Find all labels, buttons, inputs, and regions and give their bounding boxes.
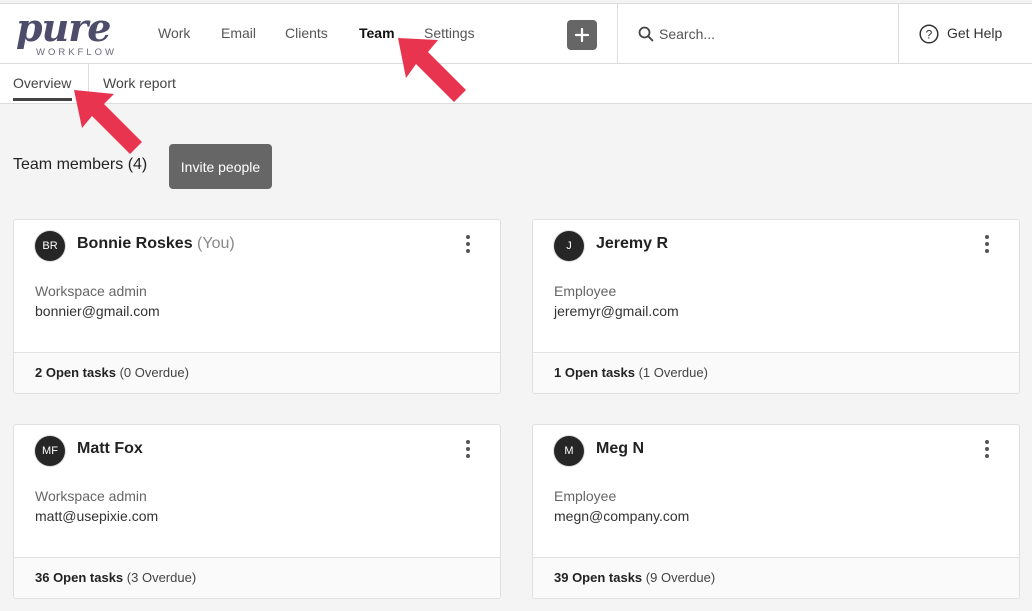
member-name: Matt Fox (77, 440, 143, 457)
overdue-count: (3 Overdue) (126, 570, 197, 585)
task-summary: 1 Open tasks (1 Overdue) (554, 365, 708, 380)
avatar: BR (35, 231, 65, 261)
task-summary: 2 Open tasks (0 Overdue) (35, 365, 189, 380)
question-circle-icon: ? (919, 24, 939, 44)
member-card: M Meg N Employee megn@company.com 39 Ope… (532, 424, 1020, 599)
search-input[interactable] (659, 23, 879, 45)
more-options-icon[interactable] (460, 440, 476, 462)
member-role: Workspace admin (35, 283, 147, 299)
get-help-button[interactable]: ? Get Help (899, 4, 1032, 64)
card-footer: 2 Open tasks (0 Overdue) (14, 352, 500, 393)
overdue-count: (1 Overdue) (638, 365, 708, 380)
overdue-count: (9 Overdue) (645, 570, 716, 585)
you-label: (You) (197, 235, 235, 252)
card-footer: 36 Open tasks (3 Overdue) (14, 557, 500, 598)
avatar: M (554, 436, 584, 466)
top-navigation-bar: pure WORKFLOW Work Email Clients Team Se… (0, 3, 1032, 64)
member-email: megn@company.com (554, 508, 690, 524)
member-name: Meg N (596, 440, 644, 457)
sub-navigation: Overview Work report (0, 64, 1032, 104)
card-footer: 39 Open tasks (9 Overdue) (533, 557, 1019, 598)
avatar: J (554, 231, 584, 261)
open-tasks-count: 39 Open tasks (554, 570, 643, 585)
more-options-icon[interactable] (979, 235, 995, 257)
plus-icon (574, 27, 590, 43)
member-card: J Jeremy R Employee jeremyr@gmail.com 1 … (532, 219, 1020, 394)
add-new-button[interactable] (567, 20, 597, 50)
active-tab-indicator (13, 98, 72, 101)
search-icon (638, 26, 654, 42)
open-tasks-count: 36 Open tasks (35, 570, 124, 585)
more-options-icon[interactable] (979, 440, 995, 462)
member-name: Jeremy R (596, 235, 669, 252)
get-help-label: Get Help (947, 25, 1003, 41)
member-role: Workspace admin (35, 488, 147, 504)
member-email: matt@usepixie.com (35, 508, 159, 524)
nav-item-work[interactable]: Work (158, 25, 190, 41)
member-email: jeremyr@gmail.com (554, 303, 679, 319)
more-options-icon[interactable] (460, 235, 476, 257)
overdue-count: (0 Overdue) (119, 365, 189, 380)
svg-text:?: ? (926, 27, 933, 41)
card-footer: 1 Open tasks (1 Overdue) (533, 352, 1019, 393)
logo-subtitle: WORKFLOW (36, 47, 117, 58)
nav-item-email[interactable]: Email (221, 25, 256, 41)
open-tasks-count: 2 Open tasks (35, 365, 116, 380)
pure-workflow-logo[interactable]: pure WORKFLOW (16, 6, 120, 60)
member-email: bonnier@gmail.com (35, 303, 160, 319)
tab-work-report[interactable]: Work report (103, 75, 176, 91)
search-box[interactable] (618, 4, 898, 64)
member-name: Bonnie Roskes (You) (77, 235, 235, 252)
task-summary: 39 Open tasks (9 Overdue) (554, 570, 715, 585)
avatar: MF (35, 436, 65, 466)
nav-item-clients[interactable]: Clients (285, 25, 328, 41)
nav-item-team[interactable]: Team (359, 25, 395, 41)
logo-wordmark: pure (16, 5, 111, 50)
task-summary: 36 Open tasks (3 Overdue) (35, 570, 196, 585)
member-role: Employee (554, 283, 617, 299)
tab-overview[interactable]: Overview (13, 75, 71, 91)
team-members-heading: Team members (4) (13, 156, 148, 173)
member-card: BR Bonnie Roskes (You) Workspace admin b… (13, 219, 501, 394)
nav-item-settings[interactable]: Settings (424, 25, 475, 41)
member-role: Employee (554, 488, 617, 504)
member-card: MF Matt Fox Workspace admin matt@usepixi… (13, 424, 501, 599)
divider (88, 64, 89, 103)
open-tasks-count: 1 Open tasks (554, 365, 635, 380)
invite-people-button[interactable]: Invite people (169, 144, 272, 189)
